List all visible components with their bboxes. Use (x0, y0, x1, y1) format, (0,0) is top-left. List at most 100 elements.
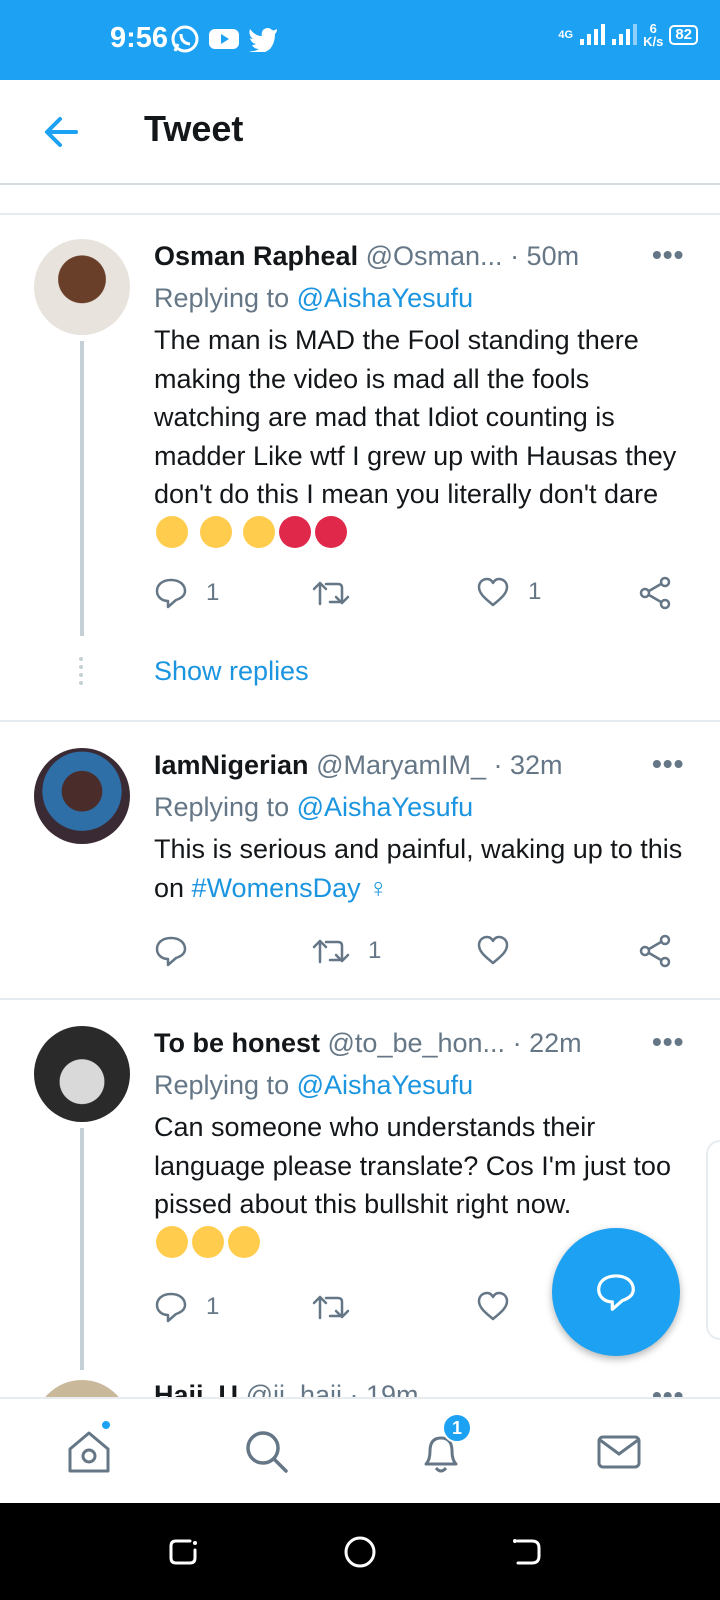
twitter-icon (249, 28, 277, 52)
retweet-button[interactable] (312, 1290, 368, 1324)
steam-face-emoji (156, 515, 188, 548)
more-options-icon[interactable]: ••• (652, 748, 684, 780)
tweet-actions: 1 (154, 934, 684, 974)
more-options-icon[interactable]: ••• (652, 1026, 684, 1058)
heart-icon (477, 1291, 509, 1321)
net-speed: 6 K/s (643, 22, 663, 48)
avatar[interactable] (34, 1026, 130, 1122)
angry-face-emoji (192, 1225, 224, 1258)
mention-link[interactable]: @AishaYesufu (297, 1070, 474, 1100)
author-handle[interactable]: @to_be_hon... (328, 1028, 506, 1058)
avatar[interactable] (34, 239, 130, 335)
reply-icon (155, 936, 187, 967)
pouting-face-emoji (315, 515, 348, 548)
heart-icon (477, 935, 509, 965)
like-button[interactable] (476, 1290, 528, 1322)
angry-face-emoji (228, 1225, 260, 1258)
tweet-header: Haji_U @ji_haji · 19m (154, 1380, 634, 1397)
tweet-text: This is serious and painful, waking up t… (154, 830, 694, 907)
thread-dots (79, 657, 83, 685)
side-edge-handle[interactable] (706, 1140, 720, 1340)
author-handle[interactable]: @MaryamIM_ (316, 750, 486, 780)
back-nav-icon[interactable] (510, 1535, 544, 1569)
replying-to: Replying to @AishaYesufu (154, 792, 473, 823)
retweet-icon (312, 581, 350, 606)
tweet-time: · 32m (493, 750, 563, 780)
reply-count: 1 (206, 579, 220, 606)
system-navigation-bar (0, 1503, 720, 1600)
tweet-text: The man is MAD the Fool standing there m… (154, 321, 694, 552)
reply-button[interactable]: 1 (154, 1290, 219, 1324)
mention-link[interactable]: @AishaYesufu (297, 283, 474, 313)
like-button[interactable] (476, 934, 528, 966)
thread-line (80, 1128, 84, 1370)
back-arrow-icon[interactable] (40, 110, 84, 154)
signal-icon-2 (612, 24, 638, 45)
compose-reply-button[interactable] (552, 1228, 680, 1356)
author-name[interactable]: Osman Rapheal (154, 241, 358, 271)
battery-indicator: 82 (669, 25, 698, 45)
bottom-tab-bar: 1 (0, 1397, 720, 1503)
share-button[interactable] (638, 576, 672, 610)
tweet-header: To be honest @to_be_hon... · 22m (154, 1028, 634, 1059)
more-options-icon[interactable]: ••• (652, 1380, 684, 1397)
avatar[interactable] (34, 1380, 130, 1397)
reply-bubble-icon (597, 1274, 635, 1311)
replying-prefix: Replying to (154, 1070, 297, 1100)
replying-prefix: Replying to (154, 792, 297, 822)
pouting-face-emoji (279, 515, 312, 548)
notifications-badge: 1 (442, 1413, 472, 1443)
youtube-icon (209, 29, 239, 49)
author-name[interactable]: To be honest (154, 1028, 320, 1058)
tweet-actions: 1 1 (154, 576, 684, 616)
search-icon[interactable] (242, 1427, 292, 1477)
replying-prefix: Replying to (154, 283, 297, 313)
home-unread-dot (100, 1419, 112, 1431)
mail-icon[interactable] (594, 1427, 644, 1477)
heart-icon (477, 577, 509, 607)
thread-line (80, 341, 84, 636)
whatsapp-icon (171, 25, 199, 53)
tweet-time: · 50m (510, 241, 580, 271)
status-app-icons (170, 24, 278, 54)
avatar[interactable] (34, 748, 130, 844)
share-button[interactable] (638, 934, 672, 968)
mention-link[interactable]: @AishaYesufu (297, 792, 474, 822)
reply-icon (155, 578, 187, 609)
author-handle[interactable]: @Osman... (366, 241, 503, 271)
status-time: 9:56 (110, 22, 169, 54)
replying-to: Replying to @AishaYesufu (154, 283, 473, 314)
tweet-item[interactable]: Haji_U @ji_haji · 19m ••• (0, 1370, 720, 1397)
author-name[interactable]: IamNigerian (154, 750, 309, 780)
more-options-icon[interactable]: ••• (652, 239, 684, 271)
signal-icon (580, 24, 606, 45)
angry-face-emoji (156, 1225, 188, 1258)
home-circle-icon[interactable] (343, 1535, 377, 1569)
tweet-item[interactable]: Osman Rapheal @Osman... · 50m ••• Replyi… (0, 215, 720, 710)
share-icon (639, 576, 671, 610)
reply-button[interactable]: 1 (154, 576, 219, 610)
unamused-face-emoji (199, 515, 232, 548)
raised-eyebrow-face-emoji (243, 515, 276, 548)
status-bar: 9:56 4G 6 K/s 82 (0, 0, 720, 80)
female-sign-symbol: ♀ (368, 872, 389, 903)
tweet-time: · 22m (512, 1028, 582, 1058)
retweet-icon (312, 939, 350, 964)
tweet-body: The man is MAD the Fool standing there m… (154, 325, 677, 509)
hashtag-link[interactable]: #WomensDay (192, 873, 361, 903)
recent-apps-icon[interactable] (166, 1535, 200, 1569)
author-name[interactable]: Haji_U (154, 1380, 238, 1397)
author-handle[interactable]: @ji_haji (246, 1380, 342, 1397)
show-replies-link[interactable]: Show replies (154, 656, 309, 687)
tweet-time: · 19m (349, 1380, 419, 1397)
home-icon[interactable] (64, 1427, 114, 1477)
tweet-item[interactable]: IamNigerian @MaryamIM_ · 32m ••• Replyin… (0, 722, 720, 998)
like-button[interactable]: 1 (476, 576, 541, 608)
like-count: 1 (528, 578, 542, 605)
replying-to: Replying to @AishaYesufu (154, 1070, 473, 1101)
reply-icon (155, 1292, 187, 1323)
retweet-icon (312, 1295, 350, 1320)
retweet-button[interactable]: 1 (312, 934, 381, 968)
reply-button[interactable] (154, 934, 206, 968)
retweet-button[interactable] (312, 576, 368, 610)
